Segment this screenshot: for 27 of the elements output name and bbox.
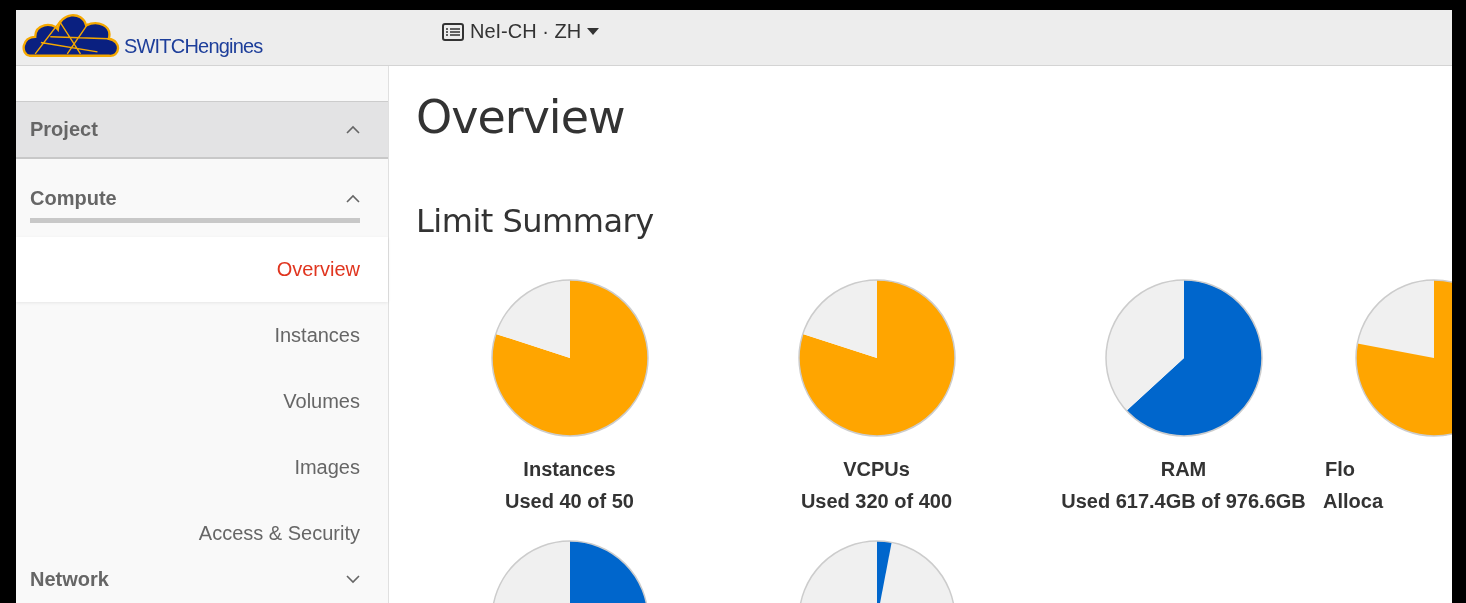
- sidebar-group[interactable]: Network: [30, 568, 360, 599]
- chevron-down-icon: [346, 575, 360, 584]
- chevron-up-icon: [346, 125, 360, 134]
- limit-name: Flo: [1325, 458, 1355, 481]
- sidebar-item[interactable]: Volumes: [16, 368, 388, 434]
- section-title: Limit Summary: [416, 202, 655, 240]
- sidebar-item[interactable]: Images: [16, 434, 388, 500]
- limit-usage: Alloca: [1323, 490, 1384, 513]
- sidebar-group[interactable]: Compute: [30, 187, 360, 223]
- sidebar-item[interactable]: Instances: [16, 302, 388, 368]
- project-dropdown[interactable]: NeI-CH · ZH: [442, 20, 600, 43]
- limit-name: VCPUs: [843, 458, 910, 481]
- list-icon: [442, 22, 464, 41]
- limit-usage: Used 617.4GB of 976.6GB: [1061, 490, 1306, 513]
- limit-usage: Used 320 of 400: [800, 490, 953, 513]
- sidebar-section[interactable]: Project: [16, 102, 388, 159]
- sidebar-item[interactable]: Overview: [16, 237, 388, 302]
- pie-slice: [1105, 280, 1184, 411]
- caret-icon: [587, 28, 600, 35]
- limit-usage: Used 40 of 50: [505, 490, 634, 513]
- logo-text: SWITCHengines: [124, 34, 263, 58]
- pie-slice: [1125, 280, 1262, 436]
- sidebar-item[interactable]: Access & Security: [16, 500, 388, 566]
- chevron-up-icon: [346, 194, 360, 203]
- page-title: Overview: [416, 90, 626, 144]
- limit-name: Instances: [523, 458, 616, 481]
- limit-name: RAM: [1160, 458, 1207, 481]
